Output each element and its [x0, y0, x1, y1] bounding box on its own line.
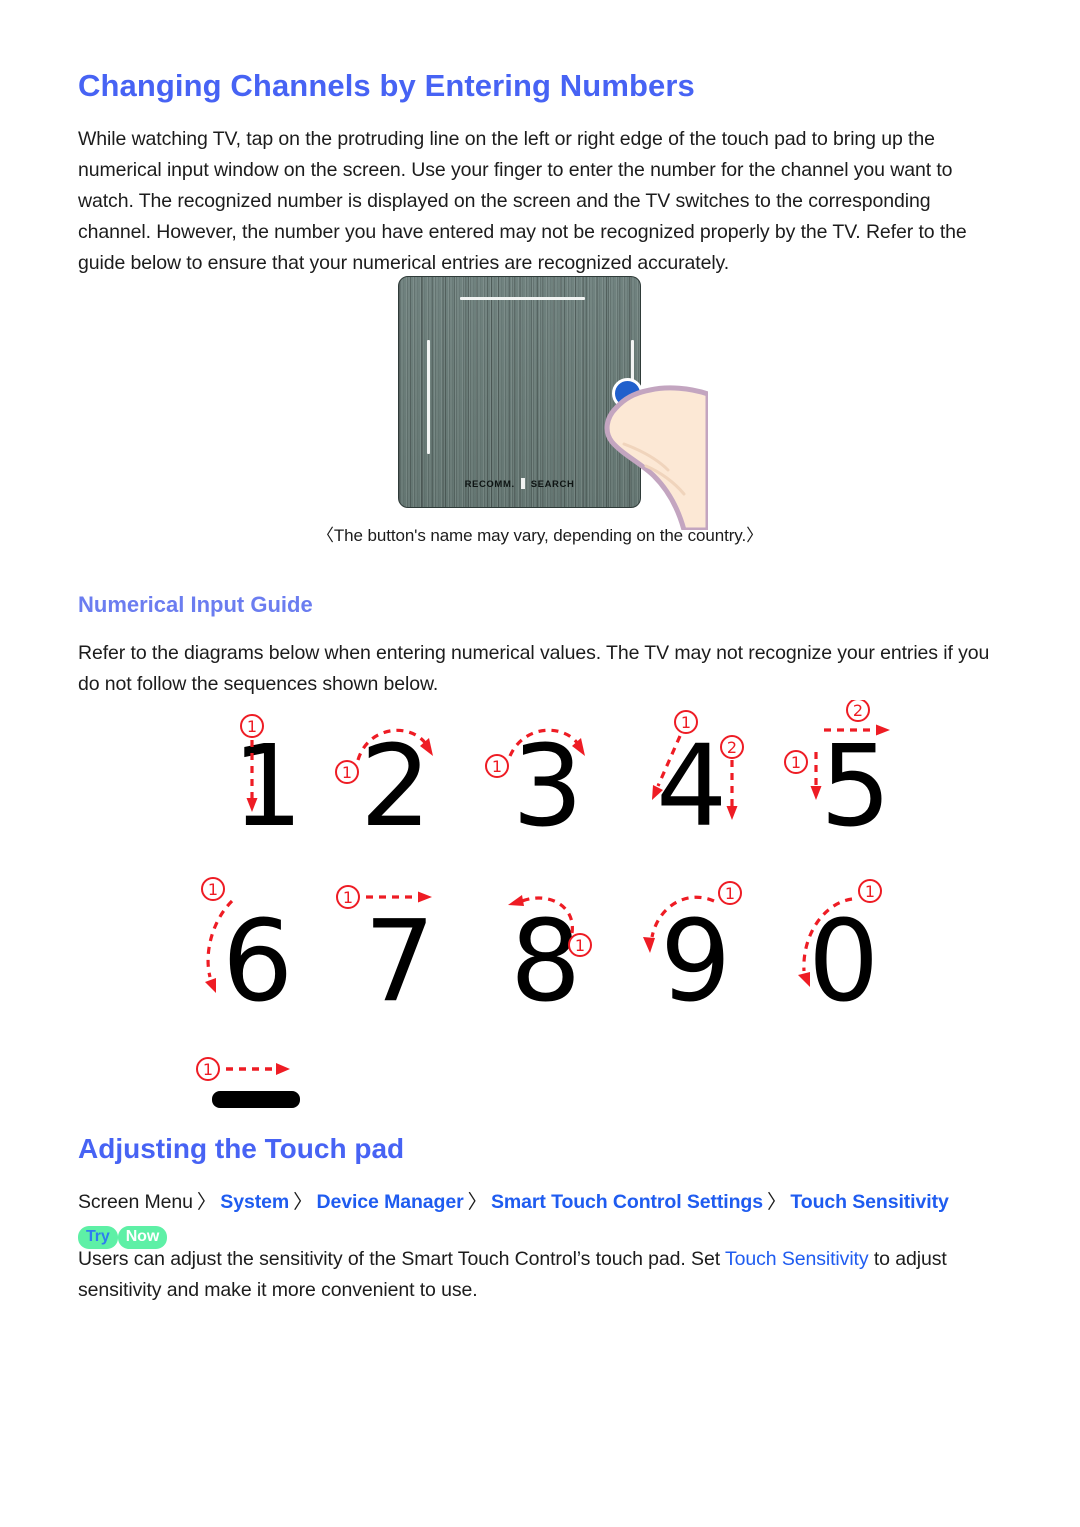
- stroke-diagram-3: 3 1: [480, 700, 630, 865]
- stroke-diagram-8: 8 1: [480, 875, 630, 1040]
- svg-text:1: 1: [342, 763, 352, 782]
- paragraph-prefix: Users can adjust the sensitivity of the …: [78, 1248, 725, 1270]
- svg-text:3: 3: [512, 722, 583, 852]
- svg-text:1: 1: [247, 717, 257, 736]
- touchpad-top-marker-line: [460, 297, 585, 300]
- svg-text:2: 2: [360, 722, 431, 852]
- svg-text:7: 7: [364, 897, 435, 1027]
- svg-text:0: 0: [808, 897, 879, 1027]
- stroke-diagram-7: 7 1: [330, 875, 480, 1040]
- breadcrumb-root: Screen Menu: [78, 1191, 193, 1213]
- svg-text:6: 6: [222, 897, 293, 1027]
- svg-text:1: 1: [492, 757, 502, 776]
- svg-text:2: 2: [853, 701, 863, 720]
- svg-text:1: 1: [681, 713, 691, 732]
- numerical-input-guide-heading: Numerical Input Guide: [78, 592, 313, 617]
- breadcrumb-item-smart-touch-control-settings[interactable]: Smart Touch Control Settings: [491, 1191, 763, 1213]
- stroke-diagram-0: 0 1: [780, 875, 930, 1040]
- document-page: Changing Channels by Entering Numbers Wh…: [0, 0, 1080, 1527]
- stroke-diagram-2: 2 1: [330, 700, 480, 865]
- svg-text:2: 2: [727, 738, 737, 757]
- search-label: SEARCH: [530, 479, 575, 490]
- stroke-diagram-1: 1 1: [190, 700, 340, 865]
- svg-text:1: 1: [865, 882, 875, 901]
- breadcrumb-separator-3: 〉: [767, 1191, 787, 1213]
- intro-paragraph: While watching TV, tap on the protruding…: [78, 128, 967, 274]
- breadcrumb-item-device-manager[interactable]: Device Manager: [316, 1191, 463, 1213]
- svg-text:5: 5: [820, 722, 891, 852]
- svg-text:1: 1: [343, 888, 353, 907]
- figure-caption: 〈The button's name may vary, depending o…: [317, 526, 763, 545]
- page-title: Changing Channels by Entering Numbers: [78, 68, 695, 103]
- breadcrumb-item-touch-sensitivity[interactable]: Touch Sensitivity: [790, 1191, 948, 1213]
- touchpad-left-marker-line: [427, 340, 430, 454]
- numerical-input-guide-paragraph: Refer to the diagrams below when enterin…: [78, 642, 990, 695]
- svg-text:9: 9: [660, 897, 731, 1027]
- svg-text:1: 1: [725, 884, 735, 903]
- breadcrumb-separator-2: 〉: [467, 1191, 488, 1213]
- svg-text:1: 1: [208, 880, 218, 899]
- svg-text:1: 1: [791, 753, 801, 772]
- stroke-order-diagram-grid: 1 1 2 1 3 1 4 1 2 5 1 2 6 1 7 1 8 1 9 1 …: [190, 698, 930, 1120]
- stroke-diagram-9: 9 1: [630, 875, 780, 1040]
- touch-sensitivity-link[interactable]: Touch Sensitivity: [725, 1248, 869, 1270]
- finger-illustration: [604, 385, 708, 530]
- stroke-diagram-4: 4 1 2: [630, 700, 780, 865]
- stroke-diagram-5: 5 1 2: [780, 698, 930, 865]
- svg-text:4: 4: [656, 722, 727, 852]
- label-separator-bar: [520, 478, 525, 489]
- breadcrumb-separator-1: 〉: [293, 1191, 313, 1213]
- svg-text:1: 1: [203, 1060, 213, 1079]
- stroke-diagram-6: 6 1: [190, 875, 340, 1040]
- adjusting-touch-pad-heading: Adjusting the Touch pad: [78, 1133, 405, 1164]
- breadcrumb: Screen Menu 〉 System 〉 Device Manager 〉 Smart …: [78, 1185, 978, 1253]
- svg-text:1: 1: [575, 936, 585, 955]
- breadcrumb-separator-0: 〉: [196, 1191, 217, 1213]
- touchpad-illustration: RECOMM. SEARCH: [398, 276, 708, 530]
- adjusting-touch-pad-paragraph: Users can adjust the sensitivity of the …: [78, 1244, 978, 1306]
- breadcrumb-item-system[interactable]: System: [220, 1191, 289, 1213]
- svg-text:1: 1: [232, 722, 303, 852]
- recomm-label: RECOMM.: [464, 479, 515, 490]
